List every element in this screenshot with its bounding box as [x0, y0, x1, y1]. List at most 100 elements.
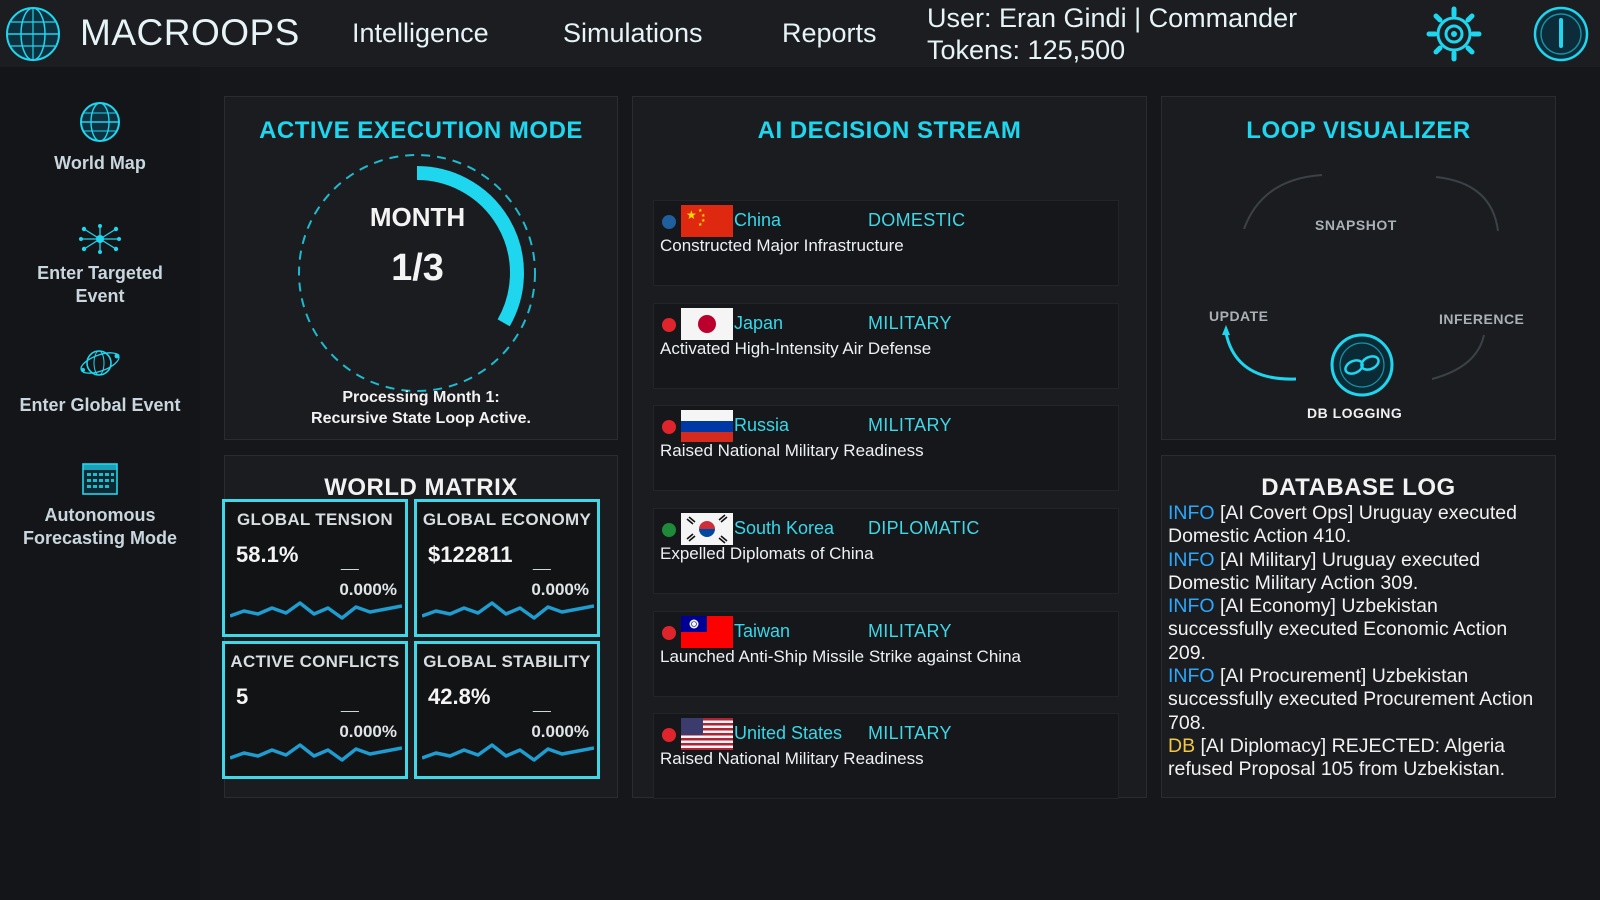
- panel-title: LOOP VISUALIZER: [1246, 117, 1471, 144]
- metric-separator: __: [341, 696, 359, 713]
- log-entry: DB [AI Diplomacy] REJECTED: Algeria refu…: [1168, 735, 1544, 782]
- log-entry: INFO [AI Economy] Uzbekistan successfull…: [1168, 595, 1544, 665]
- log-list: INFO [AI Covert Ops] Uruguay executed Do…: [1168, 502, 1544, 782]
- log-message: [AI Military] Uruguay executed Domestic …: [1168, 548, 1481, 594]
- log-entry: INFO [AI Military] Uruguay executed Dome…: [1168, 549, 1544, 596]
- action-type: MILITARY: [868, 415, 952, 435]
- action-type: DIPLOMATIC: [868, 518, 980, 538]
- sidebar-item-label: Autonomous Forecasting Mode: [22, 505, 178, 548]
- sparkline: [230, 743, 402, 762]
- sidebar-item-global-event[interactable]: Enter Global Event: [0, 343, 200, 417]
- execution-mode-panel: ACTIVE EXECUTION MODE MONTH 1/3 Processi…: [224, 96, 618, 440]
- loop-stage-inference: INFERENCE: [1439, 311, 1525, 327]
- metric-card-global-economy[interactable]: GLOBAL ECONOMY $122811 __ 0.000%: [414, 499, 600, 637]
- action-description: Constructed Major Infrastructure: [660, 236, 904, 255]
- country-name: Japan: [734, 313, 784, 333]
- token-balance: Tokens: 125,500: [927, 35, 1126, 65]
- execution-status: Processing Month 1: Recursive State Loop…: [225, 387, 617, 429]
- loop-visualizer-panel: LOOP VISUALIZER SNAPSHOT INFERENCE UPDAT…: [1161, 96, 1556, 440]
- action-description: Expelled Diplomats of China: [660, 544, 874, 563]
- svg-text:★: ★: [698, 222, 703, 228]
- metric-value: 58.1%: [236, 542, 299, 567]
- action-description: Raised National Military Readiness: [660, 441, 924, 460]
- power-icon[interactable]: [1533, 6, 1589, 62]
- sidebar-item-label: Enter Targeted Event: [37, 263, 163, 306]
- south-korea-flag-icon: [681, 513, 733, 545]
- log-message: [AI Diplomacy] REJECTED: Algeria refused…: [1168, 734, 1506, 781]
- loop-stage-update: UPDATE: [1209, 308, 1269, 324]
- status-line: Processing Month 1:: [342, 389, 500, 406]
- sidebar: World Map Enter Targeted Event Enter Glo…: [0, 67, 200, 900]
- stream-entry[interactable]: Taiwan MILITARY Launched Anti-Ship Missi…: [653, 611, 1119, 697]
- metric-value: 42.8%: [428, 684, 491, 709]
- network-icon: [79, 224, 121, 254]
- metric-card-active-conflicts[interactable]: ACTIVE CONFLICTS 5 __ 0.000%: [222, 641, 408, 779]
- sidebar-item-autonomous-forecasting[interactable]: Autonomous Forecasting Mode: [0, 462, 200, 550]
- country-name: South Korea: [734, 518, 835, 538]
- app-brand: MACROOPS: [80, 12, 300, 53]
- sidebar-item-world-map[interactable]: World Map: [0, 101, 200, 175]
- panel-title: DATABASE LOG: [1261, 474, 1456, 501]
- country-name: China: [734, 210, 782, 230]
- nav-simulations[interactable]: Simulations: [563, 18, 703, 49]
- loop-diagram: [1222, 174, 1499, 397]
- action-type: MILITARY: [868, 313, 952, 333]
- metric-label: GLOBAL TENSION: [237, 510, 393, 529]
- status-dot: [662, 420, 676, 434]
- log-entry: INFO [AI Covert Ops] Uruguay executed Do…: [1168, 502, 1544, 549]
- log-message: [AI Covert Ops] Uruguay executed Domesti…: [1168, 502, 1517, 548]
- loop-stage-db-logging: DB LOGGING: [1307, 405, 1403, 421]
- sparkline: [422, 743, 594, 762]
- month-label: MONTH: [369, 202, 466, 232]
- svg-text:★: ★: [686, 208, 697, 222]
- log-entry: INFO [AI Procurement] Uzbekistan success…: [1168, 665, 1544, 735]
- nav-intelligence[interactable]: Intelligence: [352, 18, 489, 49]
- action-description: Raised National Military Readiness: [660, 749, 924, 768]
- action-description: Activated High-Intensity Air Defense: [660, 339, 932, 358]
- country-name: Russia: [734, 415, 790, 435]
- log-level: INFO: [1168, 595, 1215, 618]
- metric-label: GLOBAL STABILITY: [423, 652, 591, 671]
- usa-flag-icon: [681, 718, 733, 750]
- log-level: INFO: [1168, 665, 1215, 688]
- taiwan-flag-icon: [681, 616, 733, 648]
- country-name: Taiwan: [734, 621, 791, 641]
- globe-icon[interactable]: [5, 6, 61, 62]
- top-bar: MACROOPS Intelligence Simulations Report…: [0, 0, 1600, 67]
- nav-reports[interactable]: Reports: [782, 18, 877, 49]
- stream-entry[interactable]: Japan MILITARY Activated High-Intensity …: [653, 303, 1119, 389]
- calendar-icon: [82, 463, 118, 495]
- gear-icon[interactable]: [1426, 6, 1482, 62]
- sidebar-item-targeted-event[interactable]: Enter Targeted Event: [0, 224, 200, 308]
- sidebar-item-label: Enter Global Event: [19, 395, 181, 415]
- metric-value: 5: [236, 684, 249, 709]
- panel-title: AI DECISION STREAM: [757, 117, 1022, 144]
- russia-flag-icon: [681, 410, 733, 442]
- action-type: MILITARY: [868, 621, 952, 641]
- metric-value: $122811: [428, 542, 513, 567]
- metric-card-global-stability[interactable]: GLOBAL STABILITY 42.8% __ 0.000%: [414, 641, 600, 779]
- stream-entry[interactable]: ★ ★ ★ ★ ★ China DOMESTIC Constructed Maj…: [653, 200, 1119, 286]
- database-log-panel: DATABASE LOG INFO [AI Covert Ops] Urugua…: [1161, 455, 1556, 798]
- metric-separator: __: [341, 554, 359, 571]
- orbit-icon: [80, 350, 120, 376]
- sparkline: [230, 601, 402, 620]
- user-info: User: Eran Gindi | Commander: [927, 3, 1298, 33]
- world-matrix-panel: WORLD MATRIX GLOBAL TENSION 58.1% __ 0.0…: [222, 455, 618, 798]
- status-dot: [662, 728, 676, 742]
- china-flag-icon: ★ ★ ★ ★ ★: [681, 205, 733, 237]
- decision-stream-panel: AI DECISION STREAM ★ ★ ★ ★ ★ China DOMES…: [632, 96, 1147, 799]
- month-value: 1/3: [391, 247, 444, 289]
- stream-entry[interactable]: Russia MILITARY Raised National Military…: [653, 405, 1119, 491]
- sidebar-item-label: World Map: [54, 153, 146, 173]
- stream-entry[interactable]: South Korea DIPLOMATIC Expelled Diplomat…: [653, 508, 1119, 594]
- loop-stage-snapshot: SNAPSHOT: [1315, 217, 1397, 233]
- metric-card-global-tension[interactable]: GLOBAL TENSION 58.1% __ 0.000%: [222, 499, 408, 637]
- log-level: DB: [1168, 734, 1196, 757]
- action-type: DOMESTIC: [868, 210, 966, 230]
- log-message: [AI Economy] Uzbekistan successfully exe…: [1168, 595, 1508, 664]
- status-dot: [662, 318, 676, 332]
- metric-separator: __: [533, 696, 551, 713]
- stream-entry[interactable]: United States MILITARY Raised National M…: [653, 713, 1119, 799]
- japan-flag-icon: [681, 308, 733, 340]
